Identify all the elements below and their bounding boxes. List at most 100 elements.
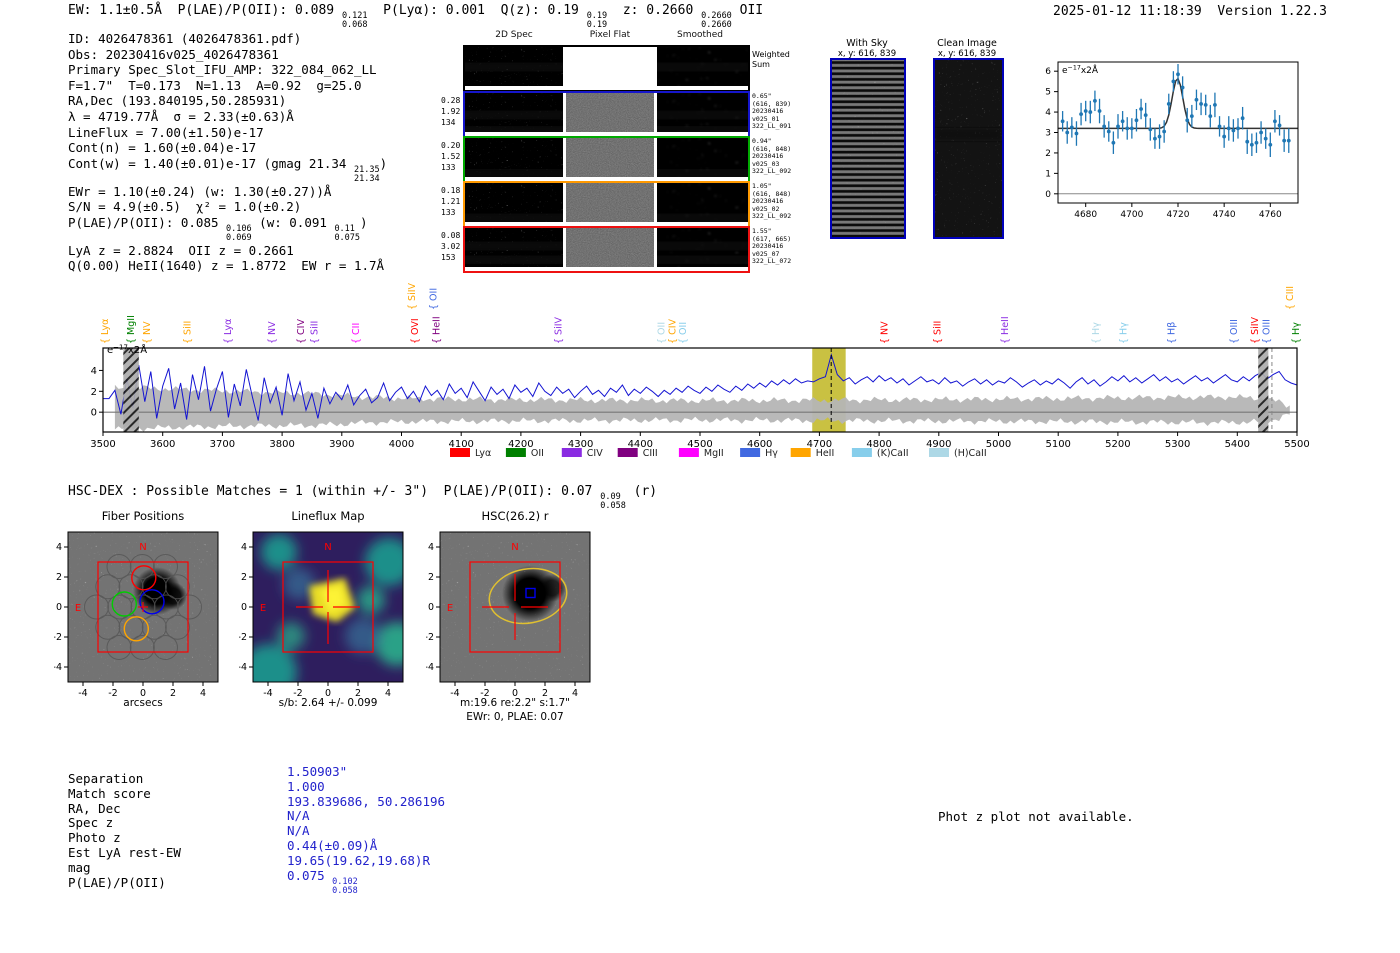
spectrum-y-ticks: 024: [91, 366, 103, 419]
compass-north-label: N: [324, 542, 331, 553]
spectrum-x-ticks: 3500360037003800390040004100420043004400…: [90, 432, 1309, 450]
hscdex-matches-line: HSC-DEX : Possible Matches = 1 (within +…: [68, 484, 657, 511]
match-table-values: 1.50903"1.000193.839686, 50.286196N/AN/A…: [287, 765, 445, 895]
line-label: { MgII: [126, 315, 137, 344]
gaussian-fit-curve: [1058, 79, 1298, 129]
match-row-value: N/A: [287, 809, 445, 824]
info-line: S/N = 4.9(±0.5) χ² = 1.0(±0.2): [68, 199, 387, 215]
spec2d-image: [465, 93, 563, 136]
legend-label: (H)CaII: [954, 448, 987, 459]
hsc-xlabel: m:19.6 re:2.2" s:1.7": [420, 697, 610, 709]
info-line: RA,Dec (193.840195,50.285931): [68, 93, 387, 109]
photz-unavailable-note: Phot z plot not available.: [938, 809, 1134, 824]
svg-text:3500: 3500: [90, 439, 115, 450]
svg-text:3900: 3900: [329, 439, 354, 450]
line-label: { OII: [657, 322, 668, 344]
legend-swatch: [450, 448, 470, 457]
line-label: { SiII: [183, 321, 194, 344]
legend-label: HeII: [816, 448, 835, 459]
inset-y-ticks: 0123456: [1045, 67, 1058, 200]
svg-text:3800: 3800: [269, 439, 294, 450]
legend-swatch: [740, 448, 760, 457]
svg-text:5500: 5500: [1284, 439, 1309, 450]
svg-text:5400: 5400: [1225, 439, 1250, 450]
legend-swatch: [506, 448, 526, 457]
masked-region: [123, 348, 139, 432]
line-label: { OIII: [1229, 319, 1240, 344]
smoothed-image: [657, 93, 748, 136]
svg-text:0: 0: [241, 602, 247, 613]
match-row-value: 1.000: [287, 780, 445, 795]
elixer-report-page: { "header": { "stats_line": "EW: 1.1±0.5…: [0, 0, 1400, 953]
match-row-label: RA, Dec: [68, 802, 181, 817]
svg-text:4: 4: [428, 542, 434, 553]
svg-text:1: 1: [1045, 169, 1051, 179]
match-row-label: P(LAE)/P(OII): [68, 876, 181, 891]
line-label: { SiIV: [407, 282, 418, 310]
lineflux-map-title: Lineflux Map: [253, 509, 403, 523]
svg-text:3700: 3700: [210, 439, 235, 450]
spec2d-row-annotation: 1.05"(616, 848)20230416v025_02322_LL_092: [752, 183, 800, 221]
spec2d-title-pixelflat: Pixel Flat: [560, 30, 660, 40]
legend-label: MgII: [704, 448, 724, 459]
svg-text:4680: 4680: [1074, 210, 1097, 220]
match-row-value: 0.44(±0.09)Å: [287, 839, 445, 854]
timestamp-version: 2025-01-12 11:18:39 Version 1.22.3: [1053, 4, 1327, 19]
error-band: [115, 385, 1290, 432]
svg-text:4: 4: [56, 542, 62, 553]
svg-text:4000: 4000: [389, 439, 414, 450]
smoothed-image: [657, 228, 748, 271]
line-fit-inset: 468047004720474047600123456e−17x2Å: [1032, 48, 1308, 233]
inset-x-ticks: 46804700472047404760: [1074, 203, 1282, 220]
line-label: { SiII: [310, 321, 321, 344]
lineflux-xlabel: s/b: 2.64 +/- 0.099: [233, 697, 423, 709]
svg-text:-2: -2: [54, 632, 62, 643]
uncertainty-range: 0.1210.068: [342, 12, 368, 30]
line-label: { CIV: [296, 319, 307, 344]
spec2d-image: [465, 47, 563, 90]
svg-text:5: 5: [1045, 88, 1051, 98]
svg-text:4720: 4720: [1167, 210, 1190, 220]
line-label: { HeII: [1000, 316, 1011, 344]
spec2d-row-stats: 0.281.92134: [441, 95, 463, 128]
pixelflat-image: [566, 183, 654, 226]
info-line: λ = 4719.77Å σ = 2.33(±0.63)Å: [68, 109, 387, 125]
info-line: Cont(n) = 1.60(±0.04)e-17: [68, 140, 387, 156]
clean-cutout: [933, 58, 1004, 239]
spectrum-legend: LyαOIICIVCIIIMgIIHγHeII(K)CaII(H)CaII: [450, 448, 987, 459]
svg-text:5200: 5200: [1105, 439, 1130, 450]
legend-swatch: [618, 448, 638, 457]
emission-line-labels: { Lyα{ MgII{ NV{ SiII{ Lyα{ NV{ CIV{ SiI…: [100, 282, 1302, 344]
svg-text:4: 4: [91, 366, 97, 377]
spec2d-title-2dspec: 2D Spec: [464, 30, 564, 40]
legend-label: OII: [531, 448, 544, 459]
line-label: { OII: [429, 288, 440, 310]
legend-label: CIV: [587, 448, 603, 459]
line-label: { CII: [351, 323, 362, 344]
info-line: LyA z = 2.8824 OII z = 0.2661: [68, 243, 387, 259]
exposure-row-1: [463, 91, 750, 138]
line-label: { OIII: [1261, 319, 1272, 344]
svg-text:0: 0: [1045, 190, 1051, 200]
spec2d-image: [465, 183, 563, 226]
uncertainty-range: 0.110.075: [334, 225, 360, 243]
line-label: { SiIV: [1250, 316, 1261, 344]
svg-text:2: 2: [1045, 149, 1051, 159]
exposure-row-3: [463, 181, 750, 228]
info-line: Cont(w) = 1.40(±0.01)e-17 (gmag 21.34 21…: [68, 156, 387, 184]
match-row-label: Match score: [68, 787, 181, 802]
match-row-value: 0.075 0.1020.058: [287, 869, 445, 896]
weighted-sum-row: [463, 45, 750, 92]
masked-region: [1258, 348, 1268, 432]
info-line: P(LAE)/P(OII): 0.085 0.1060.069 (w: 0.09…: [68, 215, 387, 243]
info-line: Obs: 20230416v025_4026478361: [68, 47, 387, 63]
info-line: LineFlux = 7.00(±1.50)e-17: [68, 125, 387, 141]
smoothed-image: [657, 138, 748, 181]
line-label: { Lyα: [223, 319, 234, 344]
line-label: { SiII: [932, 321, 943, 344]
svg-text:6: 6: [1045, 67, 1051, 77]
uncertainty-range: 0.190.19: [587, 12, 607, 30]
line-label: { OVI: [410, 318, 421, 344]
legend-swatch: [562, 448, 582, 457]
svg-text:-2: -2: [239, 632, 247, 643]
